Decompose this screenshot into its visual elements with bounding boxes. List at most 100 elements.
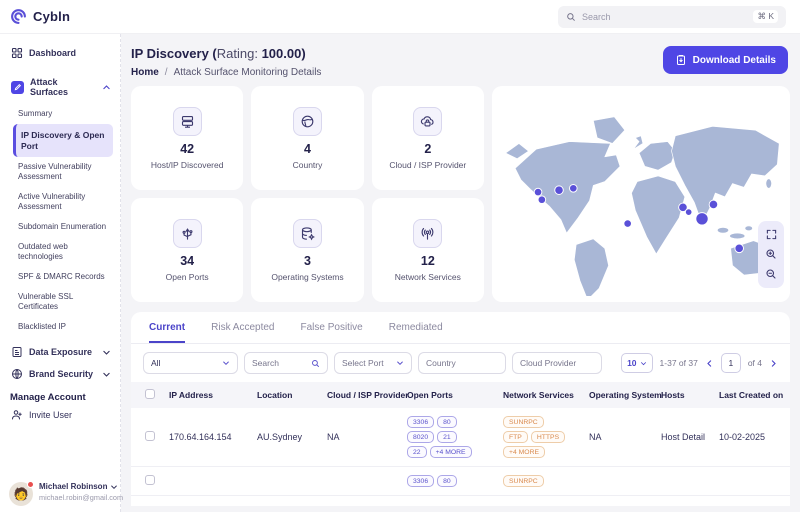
- sidebar-subitem-blacklisted-ip[interactable]: Blacklisted IP: [13, 317, 113, 337]
- stat-label: Operating Systems: [271, 271, 344, 282]
- tab-remediated[interactable]: Remediated: [389, 322, 443, 343]
- sidebar-item-dashboard[interactable]: Dashboard: [9, 42, 113, 64]
- service-badge[interactable]: FTP: [503, 431, 528, 443]
- chevron-down-icon: [223, 361, 229, 366]
- cell-ip[interactable]: 170.64.164.154: [165, 408, 253, 467]
- sidebar-subitem-subdomain[interactable]: Subdomain Enumeration: [13, 217, 113, 237]
- port-badge[interactable]: 3306: [407, 416, 435, 428]
- dashboard-grid-icon: [11, 47, 23, 59]
- search-filter-input[interactable]: Search: [244, 352, 328, 374]
- download-icon: [675, 54, 687, 66]
- cell-os: NA: [585, 408, 657, 467]
- cloud-lock-icon: [413, 106, 443, 136]
- service-badge[interactable]: SUNRPC: [503, 475, 544, 487]
- sidebar-item-attack-surfaces[interactable]: Attack Surfaces: [9, 72, 113, 102]
- stat-value: 42: [180, 141, 195, 156]
- cell-location: AU.Sydney: [253, 408, 323, 467]
- port-badge[interactable]: 3306: [407, 475, 435, 487]
- stat-label: Network Services: [394, 271, 461, 282]
- page-title: IP Discovery (Rating: 100.00): [131, 46, 306, 61]
- type-filter-select[interactable]: All: [143, 352, 238, 374]
- page-number-input[interactable]: 1: [720, 353, 741, 373]
- user-profile[interactable]: 🧑 Michael Robinson michael.robin@gmail.c…: [9, 476, 123, 506]
- geo-map-card: [492, 86, 790, 302]
- sidebar-item-invite-user[interactable]: Invite User: [9, 407, 113, 426]
- row-checkbox[interactable]: [145, 431, 155, 441]
- stat-card-hosts: 42 Host/IP Discovered: [131, 86, 244, 190]
- table-row[interactable]: 170.64.164.154 AU.Sydney NA 3306 80 8020: [131, 408, 790, 467]
- port-badge[interactable]: 8020: [407, 431, 435, 443]
- tab-risk-accepted[interactable]: Risk Accepted: [211, 322, 274, 343]
- breadcrumb-current: Attack Surface Monitoring Details: [173, 67, 322, 78]
- table-row[interactable]: 3306 80 SUNRPC: [131, 466, 790, 496]
- service-badge[interactable]: SUNRPC: [503, 416, 544, 428]
- fullscreen-icon[interactable]: [766, 229, 777, 240]
- host-detail-link[interactable]: Host Detail: [657, 408, 715, 467]
- col-hosts: Hosts: [657, 382, 715, 408]
- user-email: michael.robin@gmail.com: [39, 493, 124, 502]
- tab-current[interactable]: Current: [149, 322, 186, 343]
- prev-page-icon[interactable]: [705, 359, 714, 368]
- sidebar-subitem-ssl[interactable]: Vulnerable SSL Certificates: [13, 287, 113, 317]
- chevron-down-icon: [640, 361, 646, 365]
- tab-false-positive[interactable]: False Positive: [301, 322, 363, 343]
- sidebar-subitem-outdated-web[interactable]: Outdated web technologies: [13, 237, 113, 267]
- sidebar-subitem-spf-dmarc[interactable]: SPF & DMARC Records: [13, 267, 113, 287]
- notification-dot: [27, 481, 34, 488]
- service-badge[interactable]: HTTPS: [530, 431, 566, 443]
- sidebar-item-data-exposure[interactable]: Data Exposure: [9, 341, 113, 363]
- range-text: 1-37 of 37: [659, 358, 698, 368]
- sidebar-subitem-summary[interactable]: Summary: [13, 104, 113, 124]
- stat-value: 12: [420, 253, 435, 268]
- cell-network-services: SUNRPC FTP HTTPS +4 MORE: [499, 408, 585, 467]
- stat-label: Country: [292, 159, 323, 170]
- service-more-badge[interactable]: +4 MORE: [503, 446, 546, 458]
- port-badge[interactable]: 21: [437, 431, 457, 443]
- sidebar-subitem-passive-vuln[interactable]: Passive Vulnerability Assessment: [13, 157, 113, 187]
- cloud-provider-filter-input[interactable]: Cloud Provider: [512, 352, 602, 374]
- chevron-down-icon[interactable]: [102, 370, 111, 379]
- chevron-down-icon[interactable]: [102, 348, 111, 357]
- breadcrumb-home[interactable]: Home: [131, 67, 159, 78]
- stat-value: 34: [180, 253, 195, 268]
- stat-value: 2: [424, 141, 432, 156]
- country-filter-input[interactable]: Country: [418, 352, 506, 374]
- stat-card-ports: 34 Open Ports: [131, 198, 244, 302]
- sidebar-item-label: Brand Security: [29, 369, 94, 380]
- main-content: IP Discovery (Rating: 100.00) Home / Att…: [121, 34, 800, 512]
- page-total: of 4: [747, 358, 762, 368]
- world-map[interactable]: [498, 92, 784, 296]
- port-more-badge[interactable]: +4 MORE: [429, 446, 472, 458]
- server-icon: [172, 106, 202, 136]
- next-page-icon[interactable]: [769, 359, 778, 368]
- port-badge[interactable]: 80: [437, 475, 457, 487]
- sidebar-item-brand-security[interactable]: Brand Security: [9, 363, 113, 385]
- sidebar-subitem-active-vuln[interactable]: Active Vulnerability Assessment: [13, 187, 113, 217]
- row-checkbox[interactable]: [145, 475, 155, 485]
- port-badge[interactable]: 80: [437, 416, 457, 428]
- page-size-select[interactable]: 10: [621, 353, 653, 373]
- global-search-input[interactable]: Search ⌘ K: [558, 5, 786, 28]
- brand[interactable]: Cybln: [10, 8, 70, 25]
- sidebar-item-label: Invite User: [29, 410, 73, 421]
- stat-card-os: 3 Operating Systems: [251, 198, 364, 302]
- zoom-in-icon[interactable]: [765, 248, 777, 260]
- zoom-out-icon[interactable]: [765, 268, 777, 280]
- chevron-up-icon[interactable]: [102, 83, 111, 92]
- port-badge[interactable]: 22: [407, 446, 427, 458]
- document-icon: [11, 346, 23, 358]
- manage-account-heading: Manage Account: [10, 392, 86, 404]
- sidebar-subitem-ip-discovery[interactable]: IP Discovery & Open Port: [13, 124, 113, 158]
- select-all-checkbox[interactable]: [145, 389, 155, 399]
- stat-card-cloud: 2 Cloud / ISP Provider: [371, 86, 484, 190]
- sidebar-item-label: Attack Surfaces: [30, 77, 69, 97]
- stat-value: 4: [304, 141, 311, 156]
- download-details-button[interactable]: Download Details: [662, 46, 788, 74]
- user-name: Michael Robinson: [39, 482, 108, 491]
- globe-shield-icon: [11, 368, 23, 380]
- sidebar: Dashboard Attack Surfaces Summary IP Dis…: [0, 34, 123, 512]
- breadcrumb-separator: /: [164, 67, 168, 78]
- chevron-down-icon[interactable]: [110, 483, 118, 491]
- breadcrumb: Home / Attack Surface Monitoring Details: [131, 67, 321, 78]
- port-filter-select[interactable]: Select Port: [334, 352, 412, 374]
